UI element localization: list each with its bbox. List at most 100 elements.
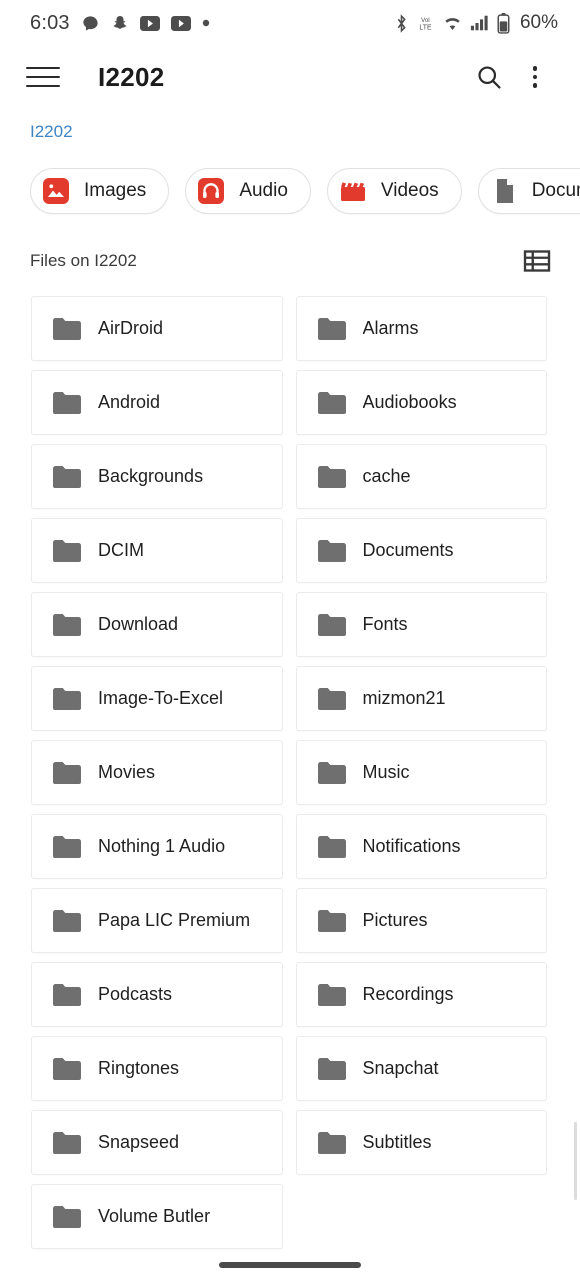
folder-card[interactable]: Ringtones	[31, 1036, 283, 1101]
status-bar-left: 6:03	[30, 12, 210, 35]
folder-card[interactable]: Papa LIC Premium	[31, 888, 283, 953]
folder-name: Android	[98, 392, 161, 412]
status-bar-clock: 6:03	[30, 11, 70, 34]
filter-chip-audio[interactable]: Audio	[185, 168, 311, 214]
folder-card[interactable]: Audiobooks	[295, 370, 547, 435]
bluetooth-icon	[394, 13, 409, 33]
clapperboard-icon	[338, 176, 368, 206]
folder-card[interactable]: Movies	[31, 740, 283, 805]
folder-card[interactable]: Recordings	[295, 962, 547, 1027]
folder-card[interactable]: DCIM	[31, 518, 283, 583]
files-section-title: Files on I2202	[30, 251, 137, 270]
folder-name: Pictures	[362, 910, 428, 930]
folder-card[interactable]: Image-To-Excel	[31, 666, 283, 731]
folder-icon	[52, 390, 82, 416]
filter-chip-videos[interactable]: Videos	[326, 168, 462, 214]
hamburger-menu-icon[interactable]	[26, 64, 60, 90]
folder-name: Audiobooks	[362, 392, 457, 412]
folder-icon	[317, 982, 347, 1008]
wifi-icon	[442, 14, 463, 32]
folder-name: Music	[362, 762, 410, 782]
vertical-scrollbar[interactable]	[574, 1122, 577, 1200]
folder-name: Fonts	[362, 614, 408, 634]
folder-card[interactable]: Documents	[295, 518, 547, 583]
battery-percent-label: 60%	[519, 12, 558, 33]
snapchat-icon	[111, 14, 129, 33]
cellular-signal-icon	[470, 14, 490, 32]
document-icon	[489, 176, 519, 206]
list-view-icon[interactable]	[522, 246, 552, 276]
folder-name: AirDroid	[98, 318, 164, 338]
folder-icon	[317, 612, 347, 638]
folder-icon	[317, 316, 347, 342]
folder-icon	[52, 1130, 82, 1156]
folder-name: Volume Butler	[98, 1206, 211, 1226]
battery-icon	[497, 12, 510, 34]
filter-chip-bar[interactable]: Images Audio Videos Docu	[0, 162, 580, 220]
more-vertical-icon[interactable]	[512, 54, 558, 100]
folder-card[interactable]: Pictures	[295, 888, 547, 953]
folder-card[interactable]: Alarms	[295, 296, 547, 361]
folder-name: Papa LIC Premium	[98, 910, 251, 930]
breadcrumb-item-root[interactable]: I2202	[30, 122, 73, 141]
folder-name: Alarms	[362, 318, 419, 338]
folder-icon	[317, 1130, 347, 1156]
filter-chip-label: Images	[84, 180, 147, 201]
svg-text:LTE: LTE	[419, 24, 432, 31]
folder-card[interactable]: Music	[295, 740, 547, 805]
folder-name: Movies	[98, 762, 156, 782]
filter-chip-label: Audio	[239, 180, 288, 201]
headphones-icon	[196, 176, 226, 206]
folder-card[interactable]: cache	[295, 444, 547, 509]
folder-name: mizmon21	[362, 688, 446, 708]
dot-icon	[202, 19, 210, 27]
filter-chip-label: Videos	[380, 180, 439, 201]
folder-name: Nothing 1 Audio	[98, 836, 226, 856]
folder-card[interactable]: Volume Butler	[31, 1184, 283, 1249]
folder-icon	[52, 1204, 82, 1230]
folder-card[interactable]: Nothing 1 Audio	[31, 814, 283, 879]
app-bar: I2202	[0, 46, 580, 108]
folder-icon	[317, 686, 347, 712]
folder-name: Documents	[362, 540, 454, 560]
folder-card[interactable]: Snapseed	[31, 1110, 283, 1175]
folder-icon	[52, 612, 82, 638]
filter-chip-list: Images Audio Videos Docu	[0, 162, 580, 220]
search-icon[interactable]	[466, 54, 512, 100]
folder-card[interactable]: Podcasts	[31, 962, 283, 1027]
folder-name: Backgrounds	[98, 466, 204, 486]
folder-card[interactable]: Android	[31, 370, 283, 435]
folder-name: Download	[98, 614, 179, 634]
filter-chip-label: Documents	[531, 180, 580, 201]
volte-icon: VoI LTE	[416, 14, 435, 33]
image-icon	[41, 176, 71, 206]
filter-chip-documents[interactable]: Documents	[477, 168, 580, 214]
files-section-header: Files on I2202	[0, 220, 580, 276]
folder-icon	[317, 464, 347, 490]
folder-name: Notifications	[362, 836, 461, 856]
folder-icon	[317, 760, 347, 786]
home-indicator[interactable]	[219, 1262, 361, 1268]
filter-chip-images[interactable]: Images	[30, 168, 170, 214]
folder-icon	[52, 538, 82, 564]
folder-card[interactable]: mizmon21	[295, 666, 547, 731]
folder-icon	[52, 760, 82, 786]
folder-icon	[317, 1056, 347, 1082]
folder-card[interactable]: Download	[31, 592, 283, 657]
status-bar: 6:03 VoI LTE 60%	[0, 0, 580, 46]
folder-icon	[52, 316, 82, 342]
folder-name: Recordings	[362, 984, 454, 1004]
folder-icon	[317, 908, 347, 934]
folder-card[interactable]: Fonts	[295, 592, 547, 657]
folder-card[interactable]: AirDroid	[31, 296, 283, 361]
folder-card[interactable]: Snapchat	[295, 1036, 547, 1101]
folder-card[interactable]: Backgrounds	[31, 444, 283, 509]
folder-name: Snapseed	[98, 1132, 180, 1152]
breadcrumb: I2202	[0, 108, 580, 142]
file-manager-screen: 6:03 VoI LTE 60% I2202 I2202 Images Audi…	[0, 0, 580, 1284]
page-title: I2202	[98, 61, 165, 92]
folder-icon	[52, 908, 82, 934]
folder-icon	[52, 464, 82, 490]
folder-card[interactable]: Notifications	[295, 814, 547, 879]
folder-card[interactable]: Subtitles	[295, 1110, 547, 1175]
